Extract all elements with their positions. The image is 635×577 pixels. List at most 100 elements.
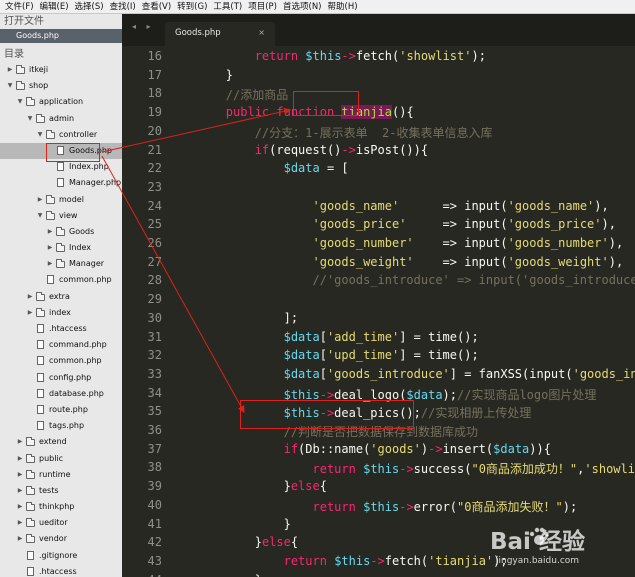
code-token: ); xyxy=(471,49,486,63)
chevron-right-icon[interactable]: ▶ xyxy=(46,224,54,240)
tree-folder[interactable]: ▶ thinkphp xyxy=(0,499,122,515)
menu-item[interactable]: 转到(G) xyxy=(174,0,210,14)
tree-folder[interactable]: ▶ runtime xyxy=(0,467,122,483)
tree-folder[interactable]: ▼ application xyxy=(0,94,122,110)
chevron-right-icon[interactable]: ▶ xyxy=(46,256,54,272)
tab-nav-arrows[interactable]: ◂ ▸ xyxy=(132,22,155,31)
tree-file[interactable]: .htaccess xyxy=(0,564,122,577)
code-token: ]; xyxy=(170,310,299,325)
chevron-down-icon[interactable]: ▼ xyxy=(26,111,34,127)
tree-folder[interactable]: ▶ tests xyxy=(0,483,122,499)
line-number: 42 xyxy=(147,535,162,550)
code-token: } xyxy=(254,535,262,550)
chevron-right-icon[interactable]: ▶ xyxy=(36,192,44,208)
menu-item[interactable]: 项目(P) xyxy=(245,0,280,14)
tree-folder[interactable]: ▶ ueditor xyxy=(0,515,122,531)
menu-bar: 文件(F) 编辑(E) 选择(S) 查找(I) 查看(V) 转到(G) 工具(T) 项目(P)… xyxy=(0,0,635,14)
tree-folder[interactable]: ▼ admin xyxy=(0,111,122,127)
chevron-right-icon[interactable]: ▶ xyxy=(16,434,24,450)
tree-folder[interactable]: ▶ index xyxy=(0,305,122,321)
tree-item-label: ueditor xyxy=(39,518,68,528)
tree-folder[interactable]: ▶ public xyxy=(0,451,122,467)
chevron-right-icon[interactable]: ▶ xyxy=(46,240,54,256)
code-line: 'goods_price' => input('goods_price'), xyxy=(170,217,616,231)
tree-file[interactable]: .gitignore xyxy=(0,548,122,564)
tree-folder[interactable]: ▶ Index xyxy=(0,240,122,256)
chevron-down-icon[interactable]: ▼ xyxy=(6,78,14,94)
menu-item[interactable]: 选择(S) xyxy=(72,0,107,14)
chevron-right-icon[interactable]: ▶ xyxy=(16,499,24,515)
tree-file[interactable]: command.php xyxy=(0,337,122,353)
tree-folder[interactable]: ▼ shop xyxy=(0,78,122,94)
menu-item[interactable]: 查找(I) xyxy=(107,0,139,14)
menu-item[interactable]: 帮助(H) xyxy=(325,0,361,14)
line-number: 17 xyxy=(147,67,162,82)
code-token: 'showlist' xyxy=(584,462,635,477)
tree-folder[interactable]: ▶ model xyxy=(0,192,122,208)
tree-file[interactable]: .htaccess xyxy=(0,321,122,337)
tree-item-label: route.php xyxy=(49,404,88,414)
open-file-goods-php[interactable]: Goods.php xyxy=(0,29,122,43)
code-token: -> xyxy=(399,462,414,477)
tree-file[interactable]: Index.php xyxy=(0,159,122,175)
chevron-right-icon[interactable]: ▶ xyxy=(16,531,24,547)
code-token: { xyxy=(543,441,551,456)
code-token: 'goods_number' xyxy=(312,236,414,250)
code-token: //添加商品 xyxy=(225,88,289,103)
tree-folder[interactable]: ▶ extend xyxy=(0,434,122,450)
tree-file[interactable]: common.php xyxy=(0,272,122,288)
tree-folder[interactable]: ▶ itkeji xyxy=(0,62,122,78)
tree-file[interactable]: Manager.php xyxy=(0,175,122,191)
line-number: 44 xyxy=(148,573,162,577)
tree-folder[interactable]: ▶ extra xyxy=(0,289,122,305)
code-token: ); xyxy=(562,499,578,514)
chevron-down-icon[interactable]: ▼ xyxy=(36,208,44,224)
chevron-down-icon[interactable]: ▼ xyxy=(16,94,24,110)
code-token: isPost()){ xyxy=(355,142,429,157)
tab-bar: ◂ ▸ Goods.php × xyxy=(122,14,635,46)
tree-folder[interactable]: ▼ view xyxy=(0,208,122,224)
code-line: return $this->success("0商品添加成功！",'showli… xyxy=(170,460,635,477)
line-number: 41 xyxy=(147,516,162,531)
tree-item-label: common.php xyxy=(59,275,112,285)
tree-file[interactable]: Goods.php xyxy=(0,142,122,160)
code-token: -> xyxy=(428,441,443,456)
tree-folder[interactable]: ▶ Manager xyxy=(0,256,122,272)
chevron-right-icon[interactable]: ▶ xyxy=(16,483,24,499)
menu-item[interactable]: 文件(F) xyxy=(2,0,37,14)
code-token: = [ xyxy=(319,161,349,176)
code-line: } xyxy=(170,573,262,577)
code-line: $this->deal_logo($data);//实现商品logo图片处理 xyxy=(170,386,597,403)
code-editor[interactable]: return $this->fetch('showlist'); } //添加商… xyxy=(170,46,635,577)
file-icon xyxy=(37,404,44,414)
chevron-right-icon[interactable]: ▶ xyxy=(26,305,34,321)
tree-item-label: common.php xyxy=(49,356,102,366)
tree-folder[interactable]: ▶ Goods xyxy=(0,224,122,240)
tab-title: Goods.php xyxy=(175,28,221,38)
chevron-right-icon[interactable]: ▶ xyxy=(16,467,24,483)
menu-item[interactable]: 编辑(E) xyxy=(37,0,72,14)
tab-goods-php[interactable]: Goods.php × xyxy=(165,22,275,46)
chevron-right-icon[interactable]: ▶ xyxy=(6,62,14,78)
chevron-down-icon[interactable]: ▼ xyxy=(36,127,44,143)
code-token: 'goods_name' xyxy=(507,198,595,213)
chevron-right-icon[interactable]: ▶ xyxy=(26,289,34,305)
tree-item-label: database.php xyxy=(49,388,104,398)
menu-item[interactable]: 查看(V) xyxy=(139,0,174,14)
tree-file[interactable]: database.php xyxy=(0,386,122,402)
chevron-right-icon[interactable]: ▶ xyxy=(16,515,24,531)
tree-file[interactable]: route.php xyxy=(0,402,122,418)
menu-item[interactable]: 首选项(N) xyxy=(280,0,325,14)
menu-item[interactable]: 工具(T) xyxy=(210,0,245,14)
tree-item-label: thinkphp xyxy=(39,502,75,512)
tree-file[interactable]: config.php xyxy=(0,370,122,386)
code-line: 'goods_number' => input('goods_number'), xyxy=(170,236,624,250)
chevron-right-icon[interactable]: ▶ xyxy=(16,451,24,467)
tree-file[interactable]: common.php xyxy=(0,353,122,369)
tree-file[interactable]: tags.php xyxy=(0,418,122,434)
close-icon[interactable]: × xyxy=(258,22,265,44)
tree-folder[interactable]: ▼ controller xyxy=(0,127,122,143)
tree-folder[interactable]: ▶ vendor xyxy=(0,531,122,547)
